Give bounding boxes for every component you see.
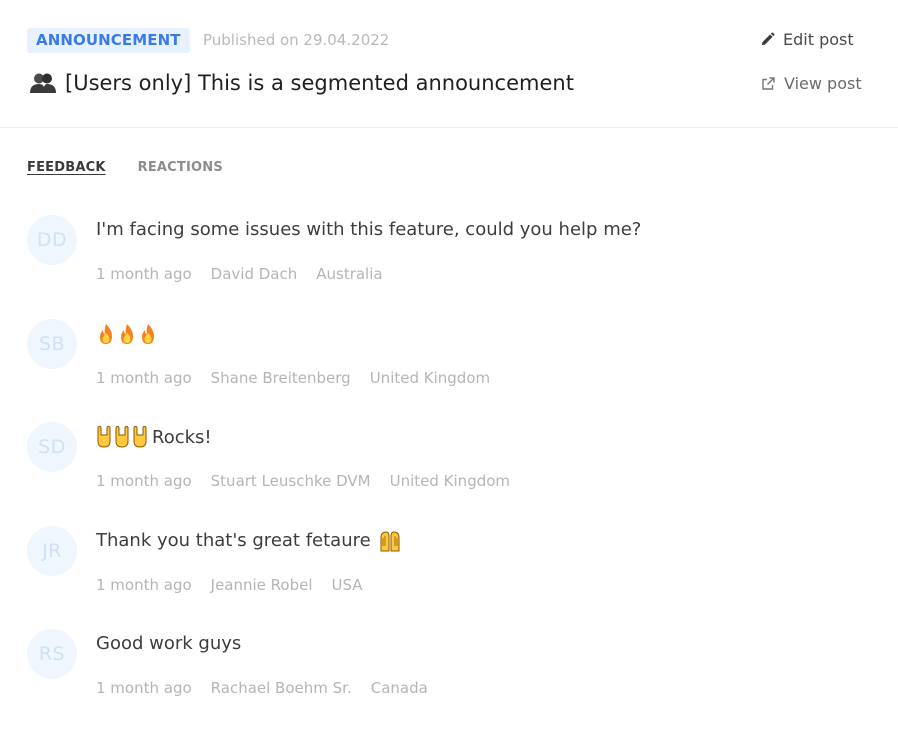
- avatar: RS: [27, 629, 77, 679]
- view-post-label: View post: [784, 74, 862, 93]
- feedback-time: 1 month ago: [96, 368, 192, 387]
- feedback-item: DD I'm facing some issues with this feat…: [27, 215, 867, 319]
- avatar: SB: [27, 318, 77, 369]
- feedback-author: Stuart Leuschke DVM: [210, 472, 371, 490]
- feedback-message: Thank you that's great fetaure: [96, 530, 402, 552]
- fire-icon: [96, 323, 159, 345]
- feedback-message: I'm facing some issues with this feature…: [96, 219, 641, 240]
- feedback-author: Jeannie Robel: [210, 575, 313, 594]
- feedback-list: DD I'm facing some issues with this feat…: [27, 215, 867, 733]
- feedback-time: 1 month ago: [96, 265, 192, 283]
- feedback-country: USA: [331, 575, 363, 594]
- users-segment-icon: [29, 70, 59, 96]
- feedback-time: 1 month ago: [96, 472, 192, 490]
- post-title: [Users only] This is a segmented announc…: [29, 70, 574, 96]
- feedback-message: Rocks!: [96, 426, 212, 448]
- tab-bar: FEEDBACK REACTIONS: [27, 160, 255, 175]
- rock-hand-icon: [96, 426, 148, 448]
- feedback-message-text: Rocks!: [152, 426, 212, 448]
- raising-hands-icon: [378, 530, 402, 552]
- feedback-author: Rachael Boehm Sr.: [210, 679, 352, 697]
- feedback-item: RS Good work guys 1 month ago Rachael Bo…: [27, 629, 867, 733]
- feedback-time: 1 month ago: [96, 679, 192, 697]
- feedback-meta: 1 month ago Jeannie Robel USA: [96, 576, 382, 594]
- feedback-meta: 1 month ago David Dach Australia: [96, 265, 402, 283]
- feedback-item: SB 1 month ago Shane Breitenberg United …: [27, 318, 867, 423]
- post-title-text: [Users only] This is a segmented announc…: [65, 71, 574, 95]
- feedback-author: Shane Breitenberg: [210, 368, 351, 387]
- feedback-item: SD Rocks! 1 month ago Stuart Leuschke DV…: [27, 422, 867, 526]
- feedback-country: Australia: [316, 265, 383, 283]
- view-post-link[interactable]: View post: [760, 74, 862, 93]
- feedback-message-text: I'm facing some issues with this feature…: [96, 219, 642, 240]
- feedback-country: Canada: [370, 679, 428, 697]
- feedback-country: United Kingdom: [389, 472, 511, 490]
- post-header: ANNOUNCEMENT Published on 29.04.2022 [Us…: [0, 0, 898, 128]
- feedback-message-text: Good work guys: [96, 633, 242, 654]
- tab-reactions[interactable]: REACTIONS: [138, 160, 223, 175]
- edit-post-button[interactable]: Edit post: [759, 30, 854, 49]
- feedback-meta: 1 month ago Shane Breitenberg United Kin…: [96, 369, 509, 387]
- published-date: Published on 29.04.2022: [203, 31, 390, 49]
- feedback-author: David Dach: [210, 265, 298, 283]
- feedback-item: JR Thank you that's great fetaure 1 mont…: [27, 525, 867, 630]
- feedback-message-text: Thank you that's great fetaure: [96, 530, 371, 551]
- edit-post-label: Edit post: [783, 30, 854, 49]
- feedback-country: United Kingdom: [369, 368, 491, 387]
- avatar: JR: [27, 525, 77, 576]
- avatar: SD: [27, 422, 77, 472]
- feedback-message: Good work guys: [96, 633, 241, 654]
- feedback-time: 1 month ago: [96, 575, 192, 594]
- announcement-badge: ANNOUNCEMENT: [27, 28, 190, 53]
- tab-feedback[interactable]: FEEDBACK: [27, 160, 106, 175]
- external-link-icon: [760, 76, 776, 92]
- avatar: DD: [27, 215, 77, 265]
- feedback-meta: 1 month ago Rachael Boehm Sr. Canada: [96, 679, 447, 697]
- feedback-message: [96, 323, 163, 345]
- pencil-icon: [759, 32, 775, 48]
- feedback-meta: 1 month ago Stuart Leuschke DVM United K…: [96, 472, 529, 490]
